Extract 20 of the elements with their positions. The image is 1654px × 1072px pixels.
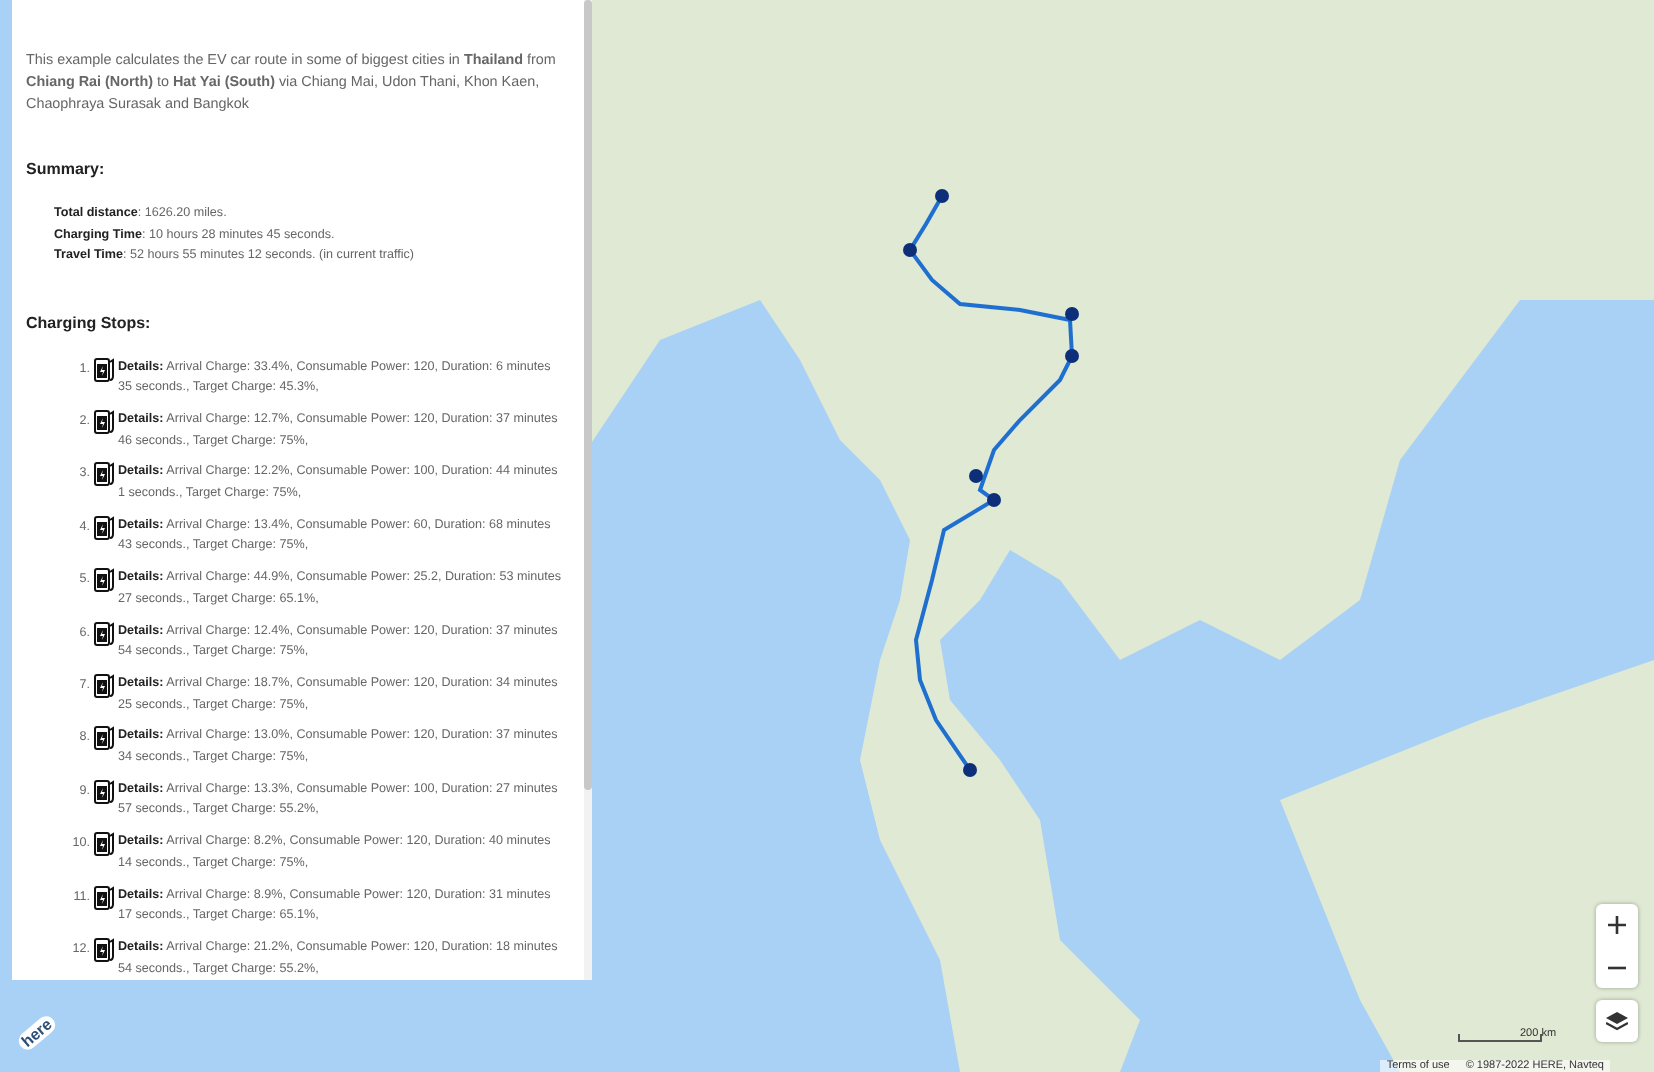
layers-button[interactable] (1596, 1000, 1638, 1042)
charging-station-icon (94, 832, 116, 857)
charging-station-icon (94, 937, 116, 962)
layers-icon (1606, 1011, 1628, 1031)
charging-station-icon (94, 673, 116, 698)
charging-station-icon (94, 409, 116, 434)
summary-heading: Summary: (26, 158, 107, 183)
plus-icon (1608, 916, 1626, 934)
minus-icon (1608, 965, 1626, 969)
charging-station-icon (94, 462, 116, 487)
scale-bar (1458, 1034, 1542, 1042)
charging-station-icon (94, 726, 116, 751)
charging-station-icon (94, 515, 116, 540)
charging-station-icon (94, 357, 116, 381)
charging-station-icon (94, 568, 116, 593)
charging-station-icon (94, 621, 116, 646)
charging-station-icon (94, 779, 116, 804)
charging-stops-heading: Charging Stops: (26, 312, 153, 337)
scrollbar-thumb[interactable] (584, 0, 592, 790)
charging-station-icon (94, 885, 116, 910)
